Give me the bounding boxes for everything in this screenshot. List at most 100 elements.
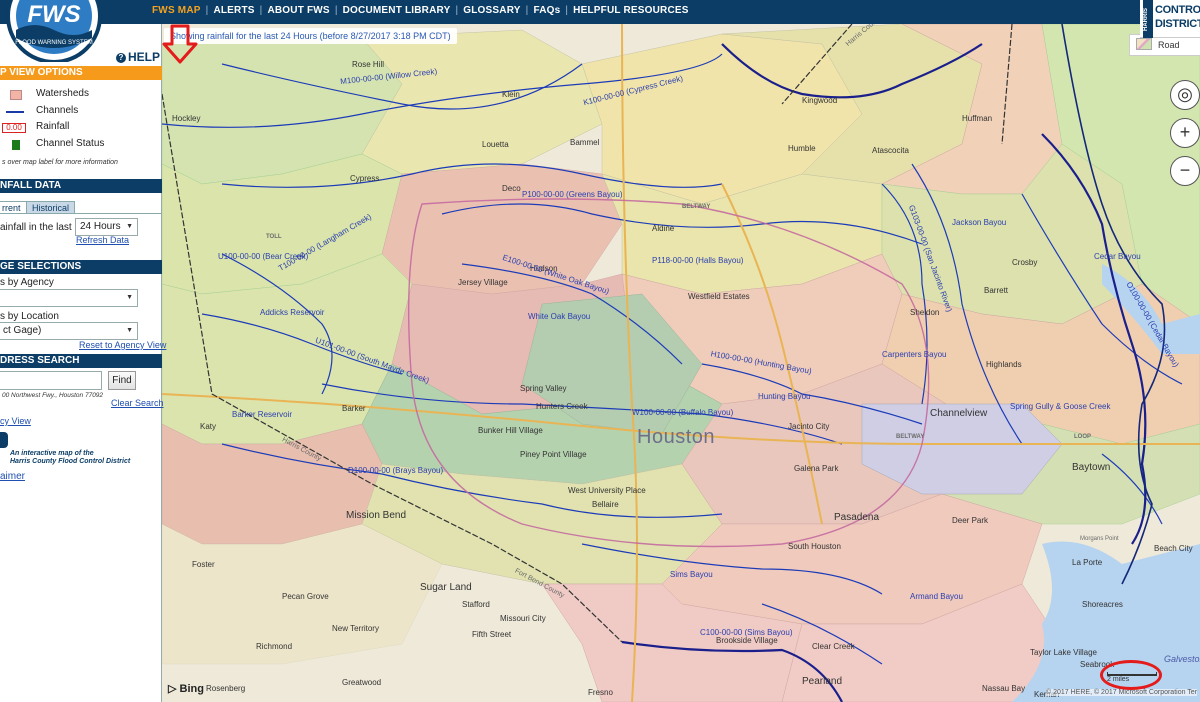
refresh-data-link[interactable]: Refresh Data <box>76 235 129 245</box>
chevron-down-icon: ▼ <box>126 223 133 230</box>
rainfall-period-select[interactable]: 24 Hours ▼ <box>75 218 138 236</box>
nav-separator: | <box>525 5 529 16</box>
label-pearland: Pearland <box>802 676 843 687</box>
location-select[interactable]: ct Gage) ▼ <box>0 322 138 340</box>
label-shoreacres: Shoreacres <box>1082 600 1123 609</box>
map-view-options-header[interactable]: P VIEW OPTIONS <box>0 66 162 80</box>
basemap-thumbnail-icon <box>1136 38 1152 50</box>
nav-glossary[interactable]: GLOSSARY <box>463 5 520 16</box>
label-fresno: Fresno <box>588 688 613 697</box>
label-westfield: Westfield Estates <box>688 292 750 301</box>
nav-document-library[interactable]: DOCUMENT LIBRARY <box>343 5 451 16</box>
label-louetta: Louetta <box>482 140 509 149</box>
label-barrett: Barrett <box>984 286 1009 295</box>
nav-separator: | <box>205 5 209 16</box>
rainfall-badge-icon: 0.00 <box>2 123 26 133</box>
clear-search-link[interactable]: Clear Search <box>111 398 164 408</box>
red-arrow-annotation <box>162 24 198 64</box>
label-huffman: Huffman <box>962 114 993 123</box>
rainfall-period-value: 24 Hours <box>80 221 121 232</box>
legend-rainfall[interactable]: 0.00 Rainfall <box>2 121 162 135</box>
hcfcd-logo[interactable]: HARRIS CONTROL DISTRICT <box>1140 0 1200 38</box>
label-morgans-point: Morgans Point <box>1080 536 1119 542</box>
nav-separator: | <box>334 5 338 16</box>
basemap-style-label: Road <box>1158 40 1180 50</box>
logo-text: FWS <box>27 1 80 28</box>
label-aldine: Aldine <box>652 224 675 233</box>
sidebar-panel: ? HELP P VIEW OPTIONS Watersheds Channels… <box>0 24 166 702</box>
hcfcd-strip: HARRIS <box>1143 0 1153 38</box>
legend-label: Rainfall <box>36 121 70 132</box>
zoom-in-button[interactable]: + <box>1170 118 1200 148</box>
label-sheldon: Sheldon <box>910 308 940 317</box>
rainfall-data-header[interactable]: NFALL DATA <box>0 179 162 193</box>
label-new-territory: New Territory <box>332 624 379 633</box>
label-brookside: Brookside Village <box>716 636 778 645</box>
nav-faqs[interactable]: FAQs <box>533 5 560 16</box>
label-carpenters-bayou: Carpenters Bayou <box>882 350 947 359</box>
bing-logo: ▷ Bing <box>168 682 204 695</box>
help-link[interactable]: ? HELP <box>116 50 160 64</box>
label-humble: Humble <box>788 144 816 153</box>
label-nassau-bay: Nassau Bay <box>982 684 1026 693</box>
gage-selections-header[interactable]: GE SELECTIONS <box>0 260 162 274</box>
legend-channel-status[interactable]: Channel Status <box>4 138 162 152</box>
flood-map[interactable]: Houston Pasadena Kingwood Atascocita Hum… <box>162 24 1200 702</box>
label-piney-point: Piney Point Village <box>520 450 587 459</box>
channel-status-icon <box>12 140 20 150</box>
nav-helpful-resources[interactable]: HELPFUL RESOURCES <box>573 5 688 16</box>
rainfall-in-last-label: ainfall in the last <box>0 222 72 233</box>
nav-fws-map[interactable]: FWS MAP <box>152 5 201 16</box>
label-katy: Katy <box>200 422 217 431</box>
disclaimer-link[interactable]: aimer <box>0 471 25 482</box>
locate-me-button[interactable]: ◎ <box>1170 80 1200 110</box>
find-button[interactable]: Find <box>108 371 136 390</box>
chevron-down-icon: ▼ <box>126 294 133 301</box>
agency-select[interactable]: ▼ <box>0 289 138 307</box>
label-south-houston: South Houston <box>788 542 841 551</box>
map-description-line1: An interactive map of the <box>10 450 94 457</box>
label-missouri-city: Missouri City <box>500 614 546 623</box>
label-ch-c100: C100-00-00 (Sims Bayou) <box>700 628 793 637</box>
map-copyright: © 2017 HERE, © 2017 Microsoft Corporatio… <box>1046 689 1198 696</box>
label-deer-park: Deer Park <box>952 516 989 525</box>
label-beltway-east: BELTWAY <box>896 434 925 440</box>
address-search-input[interactable] <box>0 371 102 390</box>
label-ch-p100: P100-00-00 (Greens Bayou) <box>522 190 623 199</box>
label-toll: TOLL <box>266 234 282 240</box>
legend-channels[interactable]: Channels <box>4 105 162 119</box>
label-klein: Klein <box>502 90 520 99</box>
label-spring-goose: Spring Gully & Goose Creek <box>1010 402 1111 411</box>
label-deco: Deco <box>502 184 521 193</box>
legend-watersheds[interactable]: Watersheds <box>4 88 162 102</box>
reset-agency-view-link[interactable]: Reset to Agency View <box>79 340 166 350</box>
location-select-value: ct Gage) <box>3 325 42 336</box>
label-jackson-bayou: Jackson Bayou <box>952 218 1007 227</box>
label-hockley: Hockley <box>172 114 201 123</box>
label-west-u: West University Place <box>568 486 646 495</box>
nav-separator: | <box>455 5 459 16</box>
nav-about-fws[interactable]: ABOUT FWS <box>267 5 329 16</box>
chevron-down-icon: ▼ <box>126 327 133 334</box>
label-taylor-lake: Taylor Lake Village <box>1030 648 1098 657</box>
label-barker: Barker <box>342 404 366 413</box>
label-cedar-bayou: Cedar Bayou <box>1094 252 1141 261</box>
label-hunting-bayou: Hunting Bayou <box>758 392 811 401</box>
label-stafford: Stafford <box>462 600 490 609</box>
fws-logo[interactable]: FWS FLOOD WARNING SYSTEM <box>0 0 118 62</box>
label-baytown: Baytown <box>1072 462 1111 473</box>
label-greatwood: Greatwood <box>342 678 382 687</box>
gages-by-agency-label: s by Agency <box>0 277 54 288</box>
label-mission-bend: Mission Bend <box>346 510 407 521</box>
county-view-link[interactable]: cy View <box>0 416 31 426</box>
address-search-header[interactable]: DRESS SEARCH <box>0 354 162 368</box>
label-bunker-hill: Bunker Hill Village <box>478 426 543 435</box>
label-bammel: Bammel <box>570 138 600 147</box>
label-ch-w100: W100-00-00 (Buffalo Bayou) <box>632 408 734 417</box>
fws-app: FWS MAP | ALERTS | ABOUT FWS | DOCUMENT … <box>0 0 1200 702</box>
label-ch-p118: P118-00-00 (Halls Bayou) <box>652 256 744 265</box>
zoom-out-button[interactable]: − <box>1170 156 1200 186</box>
label-armand-bayou: Armand Bayou <box>910 592 963 601</box>
nav-alerts[interactable]: ALERTS <box>213 5 254 16</box>
label-ch-d100: D100-00-00 (Brays Bayou) <box>348 466 444 475</box>
